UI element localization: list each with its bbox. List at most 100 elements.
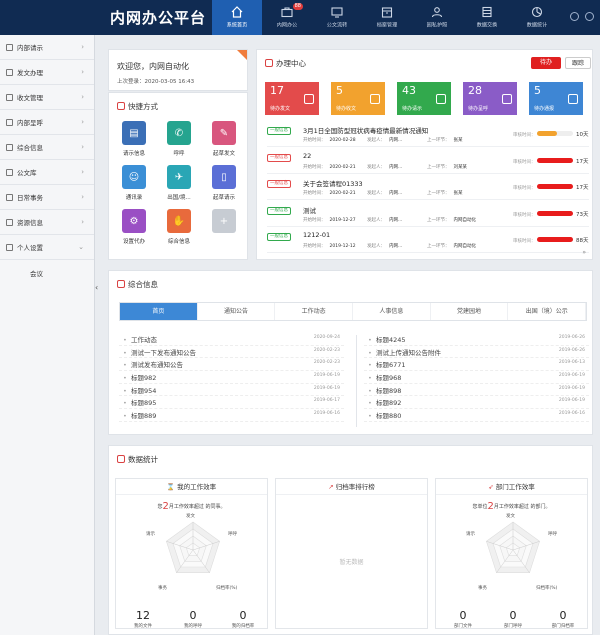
sidebar-item-personal[interactable]: 个人设置 ⌄ [0,235,94,260]
news-item[interactable]: • 测试上传通知公告附件 2019-06-26 [364,346,589,359]
news-date: 2019-06-13 [558,360,585,366]
bullet-icon: • [123,374,127,383]
news-item[interactable]: • 标题889 2019-06-16 [119,409,344,422]
sidebar-subitem-meeting[interactable]: 会议 [0,260,94,285]
news-item[interactable]: • 标题892 2019-06-19 [364,396,589,410]
task-row[interactable]: 一般信息 3月1日全国防型冠状病毒疫情最新情况通知 开始时间： 2020-02-28 发… [267,123,589,147]
quick-title: 快捷方式 [117,101,158,112]
news-item[interactable]: • 工作动态 2020-09-24 [119,333,344,346]
metric-my-archive: 0 我的归档率 [231,609,255,629]
todo-button[interactable]: 待办 [531,57,561,69]
shortcut-item[interactable]: ✋ 综合信息 [160,209,198,245]
news-item[interactable]: • 标题982 2019-06-19 [119,371,344,384]
progress-bar [537,157,573,163]
top-navbar: 内网办公平台 系统首页 88 内网办公 公文流转 档案管理 园私护照 数据交换 [0,0,600,35]
stat-count: 5 [336,84,343,97]
news-title: 标题895 [131,399,157,408]
news-item[interactable]: • 测试一下发布通知公告 2020-02-23 [119,346,344,359]
stat-icon [502,94,512,104]
stat-icon [436,94,446,104]
shortcut-item[interactable]: ✎ 起草发文 [205,121,243,157]
sidebar-item-daily[interactable]: 日常事务 › [0,185,94,210]
stat-tile[interactable]: 28 待办呈呼 [463,82,517,115]
info-tab[interactable]: 人事信息 [353,303,431,320]
shortcut-item[interactable]: ✆ 呼呼 [160,121,198,157]
task-row[interactable]: 一般信息 关于会签请程01333 开始时间： 2020-02-21 发起人： 内网... 上… [267,176,589,200]
news-item[interactable]: • 标题968 2019-06-19 [364,371,589,384]
task-row[interactable]: 一般信息 测试 开始时间： 2019-12-27 发起人： 内网... 上一环节： 内网自动化… [267,203,589,227]
news-title: 标题954 [131,386,157,395]
nav-home[interactable]: 系统首页 [212,0,262,35]
info-tab[interactable]: 党建园地 [431,303,509,320]
shortcut-item[interactable]: ▯ 起草请示 [205,165,243,201]
news-title: 标题6771 [376,361,406,370]
nav-docflow[interactable]: 公文流转 [312,0,362,35]
nav-office[interactable]: 88 内网办公 [262,0,312,35]
axis-label: 事务 [158,586,167,591]
days-elapsed: 73天 [576,211,589,218]
shortcut-item[interactable]: ⚙ 设置代办 [115,209,153,245]
doc-icon [6,43,13,51]
shield-icon [265,59,273,67]
sidebar-item-info[interactable]: 综合信息 › [0,135,94,160]
nav-passport[interactable]: 园私护照 [412,0,462,35]
shortcut-label: 通讯录 [125,195,143,201]
hand-icon: ✋ [167,209,191,233]
chevron-right-icon: › [81,93,84,101]
days-elapsed: 17天 [576,185,589,191]
task-row[interactable]: 一般信息 22 开始时间： 2020-02-21 发起人： 内网... 上一环节： 刘某某 审核… [267,150,589,174]
refresh-icon[interactable] [570,12,579,21]
sidebar-item-doc-library[interactable]: 公文库 › [0,160,94,185]
news-item[interactable]: • 标题4245 2019-06-26 [364,333,589,346]
news-date: 2019-06-19 [313,385,340,391]
task-row[interactable]: 一般信息 1212-01 开始时间： 2019-12-12 发起人： 内网... 上一环节：… [267,229,589,253]
calendar-icon [6,193,13,201]
sidebar-item-internal-report[interactable]: 内部呈呼 › [0,110,94,135]
priority-tag: 一般信息 [267,180,291,188]
sidebar-item-internal-request[interactable]: 内部请示 › [0,35,94,60]
info-tab[interactable]: 工作动态 [275,303,354,320]
news-date: 2019-06-16 [558,411,585,417]
sidebar-item-outgoing[interactable]: 发文办理 › [0,60,94,85]
progress-fill [537,210,573,216]
more-link[interactable]: » [582,249,586,256]
shortcut-item[interactable]: ✈ 出国/境... [160,165,198,201]
news-item[interactable]: • 测试发布通知公告 2020-02-23 [119,358,344,372]
sidebar-item-resources[interactable]: 资源信息 › [0,210,94,235]
stat-tile[interactable]: 17 待办发文 [265,82,319,115]
priority-tag: 一般信息 [267,127,291,135]
task-from: 发起人： 内网... [367,138,403,143]
stat-tile[interactable]: 5 待办通报 [529,82,583,115]
nav-stats[interactable]: 数据统计 [512,0,562,35]
news-item[interactable]: • 标题898 2019-06-19 [364,384,589,397]
axis-label: 请示 [466,532,475,537]
person-icon [6,243,13,251]
news-date: 2020-09-24 [313,335,340,340]
info-tab[interactable]: 首页 [120,303,198,320]
deadline-label: 审核时间： [513,133,536,138]
info-tab[interactable]: 通知公告 [198,303,276,320]
power-icon[interactable] [585,12,594,21]
news-item[interactable]: • 标题895 2019-06-17 [119,396,344,410]
chevron-right-icon: › [81,43,84,51]
info-card: 综合信息 首页 通知公告 工作动态 人事信息 党建园地 出国（境）公示 • 工作动态 2020… [108,270,593,435]
shortcut-item[interactable]: + [205,209,243,237]
shortcut-item[interactable]: ☺ 通讯录 [115,165,153,201]
news-item[interactable]: • 标题6771 2019-06-13 [364,358,589,372]
nav-archive[interactable]: 档案管理 [362,0,412,35]
sidebar-item-incoming[interactable]: 收文管理 › [0,85,94,110]
archive-ranking-title: ↗ 归档率排行榜 [276,479,427,495]
news-item[interactable]: • 标题880 2019-06-16 [364,409,589,422]
track-button[interactable]: 跟踪 [565,57,591,69]
news-item[interactable]: • 标题954 2019-06-19 [119,384,344,397]
stat-tile[interactable]: 43 待办请示 [397,82,451,115]
nav-exchange[interactable]: 数据交换 [462,0,512,35]
shortcut-item[interactable]: ▤ 请示信息 [115,121,153,157]
collapse-sidebar-icon[interactable]: ‹ [95,283,101,297]
resource-icon [6,218,13,226]
stat-icon [568,94,578,104]
task-from: 发起人： 内网... [367,217,403,223]
info-tab[interactable]: 出国（境）公示 [508,303,587,320]
stats-icon [117,455,125,463]
stat-tile[interactable]: 5 待办收文 [331,82,385,115]
